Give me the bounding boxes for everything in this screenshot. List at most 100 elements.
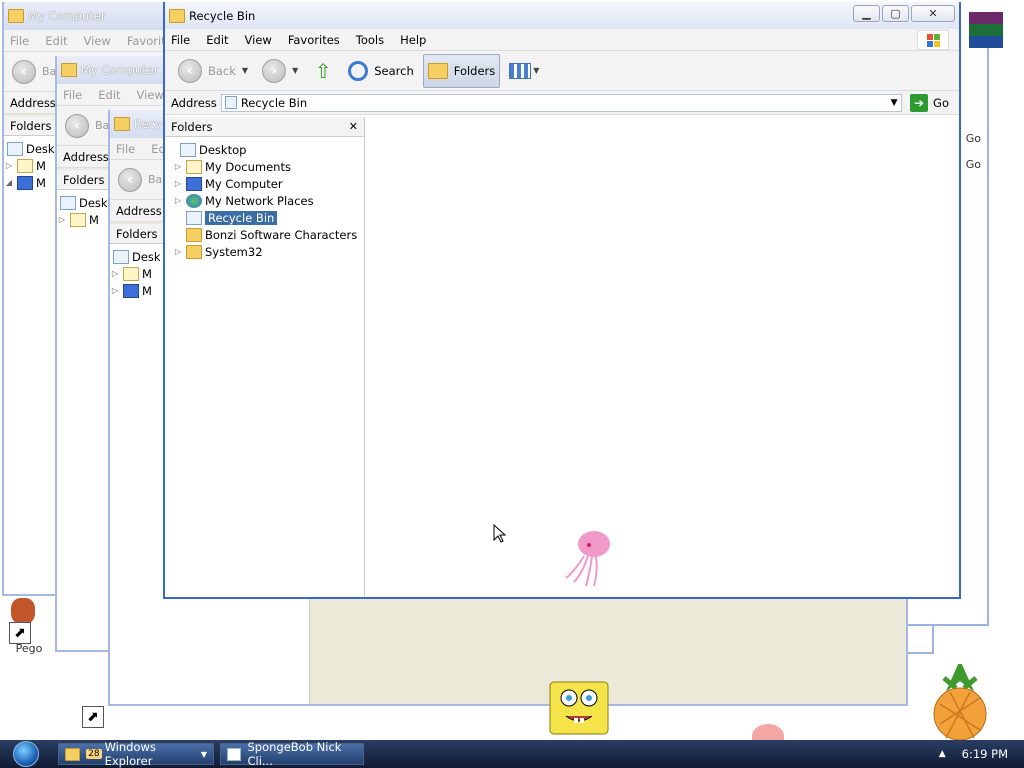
tree-item[interactable]: ▷ My Documents (165, 158, 364, 175)
maximize-button[interactable]: ▢ (882, 5, 909, 22)
folder-icon (186, 227, 202, 242)
up-folder-button[interactable]: ⇧ (307, 54, 339, 88)
title-bar[interactable]: My Computer (57, 56, 173, 84)
close-pane-icon[interactable]: ✕ (349, 117, 358, 137)
pineapple-house-icon (933, 664, 987, 740)
desktop-icon (113, 249, 129, 264)
tree-label: Desk (132, 249, 161, 264)
menu-file[interactable]: File (63, 88, 82, 102)
menu-tools[interactable]: Tools (356, 33, 384, 47)
window-title: Recycle Bin (189, 8, 256, 23)
system-tray: ▲ 6:19 PM (934, 740, 1024, 768)
address-label: Address (10, 95, 56, 110)
back-label: Back (208, 63, 236, 78)
tree-label: M (36, 175, 46, 190)
address-label: Address (116, 203, 162, 218)
search-icon (348, 60, 369, 81)
spongebob-icon (549, 681, 609, 735)
clock[interactable]: 6:19 PM (962, 747, 1008, 761)
minimize-button[interactable]: ▁ (853, 5, 880, 22)
tree-item[interactable]: Bonzi Software Characters (165, 226, 364, 243)
folder-icon (8, 9, 24, 23)
taskbar-item-spongebob[interactable]: SpongeBob Nick Cli... (220, 740, 364, 768)
tree-item[interactable]: ▷ My Computer (165, 175, 364, 192)
back-arrow-icon[interactable]: ‹ (65, 113, 89, 138)
address-label: Address (171, 95, 217, 110)
folder-icon (169, 8, 185, 23)
tree-label: My Documents (205, 159, 291, 174)
menu-edit[interactable]: Edit (45, 34, 67, 48)
expand-arrow-icon[interactable]: ▷ (173, 196, 183, 205)
tree-label: M (36, 158, 46, 173)
menu-edit[interactable]: Edit (206, 33, 228, 47)
up-arrow-icon: ⇧ (314, 58, 332, 83)
close-button[interactable]: ✕ (911, 5, 955, 22)
menu-bar: File Edit View (57, 84, 173, 106)
documents-icon (70, 212, 86, 227)
expand-arrow-icon[interactable]: ▷ (173, 162, 183, 171)
menu-favorites[interactable]: Favorit (127, 34, 166, 48)
computer-icon (17, 175, 33, 190)
window-count-badge: 28 (86, 749, 102, 759)
menu-view[interactable]: View (245, 33, 272, 47)
go-button[interactable]: ➔ Go (910, 93, 949, 112)
menu-favorites[interactable]: Favorites (288, 33, 340, 47)
forward-button[interactable]: › ▼ (257, 54, 303, 88)
toolbar: ‹ Back ▼ › ▼ ⇧ Search Folders ▼ (165, 51, 959, 91)
views-button[interactable]: ▼ (504, 54, 544, 88)
documents-icon (123, 266, 139, 281)
tree-label: System32 (205, 244, 263, 259)
back-button[interactable]: ‹ Back ▼ (173, 54, 253, 88)
menu-help[interactable]: Help (400, 33, 426, 47)
tree-label: M (142, 266, 152, 281)
go-arrow-icon: ➔ (910, 93, 929, 112)
file-list-pane[interactable] (369, 117, 959, 597)
folders-button[interactable]: Folders (422, 53, 501, 88)
recycle-bin-icon (224, 96, 237, 109)
tree-label: M (142, 283, 152, 298)
shortcut-arrow-icon: ⬈ (82, 706, 104, 728)
computer-icon (186, 176, 202, 191)
desktop-shortcut-pego[interactable]: ⬈ Pego (4, 598, 54, 655)
search-label: Search (374, 63, 414, 78)
address-input[interactable]: Recycle Bin ▼ (220, 93, 903, 112)
back-arrow-icon[interactable]: ‹ (118, 167, 142, 192)
back-arrow-icon[interactable]: ‹ (12, 59, 36, 84)
tree-item[interactable]: ▷ System32 (165, 243, 364, 260)
show-hidden-icons-icon[interactable]: ▲ (939, 749, 946, 759)
back-arrow-icon: ‹ (178, 58, 202, 83)
address-label: Address (63, 149, 109, 164)
tree-label: My Network Places (205, 193, 314, 208)
chevron-down-icon: ▼ (292, 66, 299, 75)
tree-item[interactable]: Recycle Bin (165, 209, 364, 226)
taskbar-group-windows-explorer[interactable]: 28 Windows Explorer ▼ (58, 740, 214, 768)
chevron-down-icon[interactable]: ▼ (887, 98, 901, 108)
documents-icon (186, 159, 202, 174)
tree-label: Recycle Bin (205, 210, 278, 225)
chevron-down-icon: ▼ (200, 749, 207, 759)
start-button[interactable] (0, 740, 52, 768)
menu-file[interactable]: File (171, 33, 190, 47)
go-label: Go (933, 95, 949, 110)
expand-arrow-icon[interactable]: ▷ (173, 179, 183, 188)
menu-view[interactable]: View (137, 88, 164, 102)
mouse-cursor-icon (493, 524, 507, 543)
explorer-window-recycle-bin[interactable]: Recycle Bin ▁ ▢ ✕ File Edit View Favorit… (163, 2, 961, 599)
windows-logo-icon (917, 30, 949, 50)
tree-item[interactable]: ▷ My Network Places (165, 192, 364, 209)
expand-arrow-icon[interactable]: ▷ (173, 247, 183, 256)
menu-edit[interactable]: Edit (98, 88, 120, 102)
window-title: My Computer (28, 9, 106, 23)
shortcut-arrow-icon: ⬈ (9, 622, 31, 644)
title-bar[interactable]: Recycle Bin ▁ ▢ ✕ (165, 2, 959, 29)
chevron-down-icon: ▼ (533, 66, 540, 75)
menu-file[interactable]: File (116, 142, 135, 156)
tree-label: Desk (79, 195, 108, 210)
folder-icon (61, 63, 77, 77)
tree-item[interactable]: Desktop (165, 141, 364, 158)
menu-view[interactable]: View (84, 34, 111, 48)
desktop-icon (180, 142, 196, 157)
menu-file[interactable]: File (10, 34, 29, 48)
taskbar-label: SpongeBob Nick Cli... (247, 740, 342, 768)
search-button[interactable]: Search (343, 54, 419, 88)
